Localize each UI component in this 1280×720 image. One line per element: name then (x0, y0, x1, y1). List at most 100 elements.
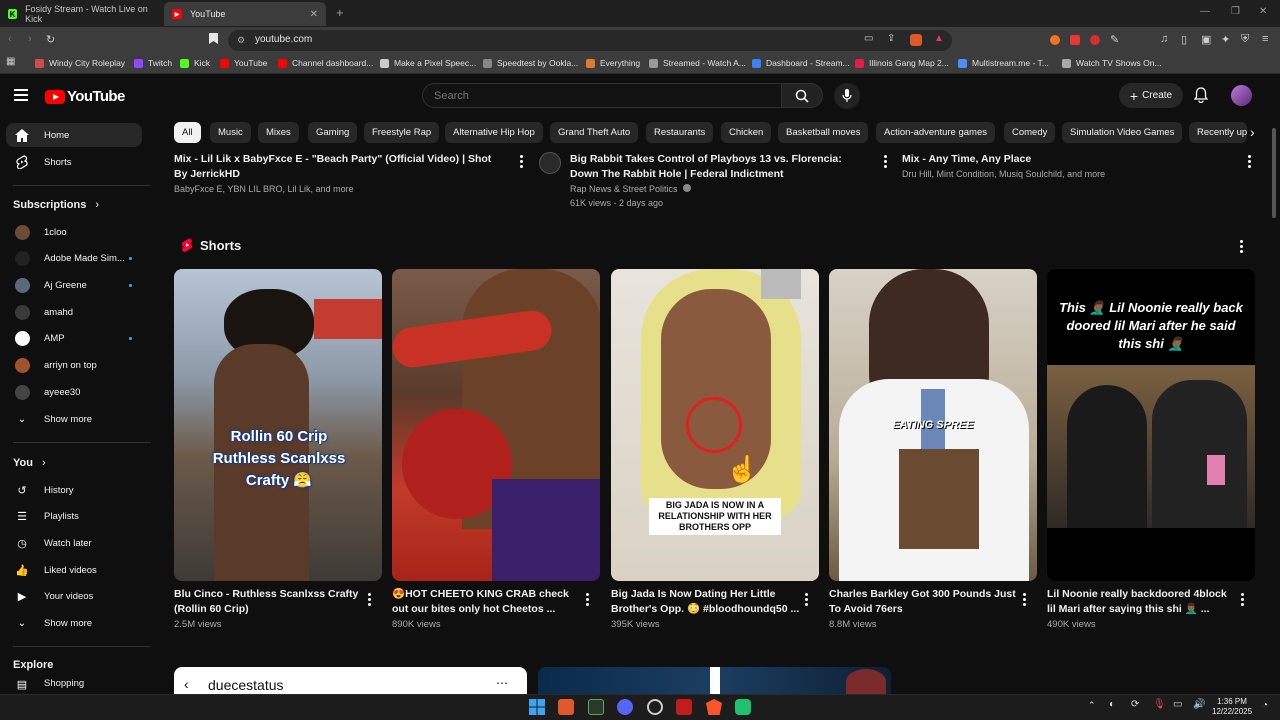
menu-icon[interactable]: ≡ (1262, 33, 1268, 45)
network-icon[interactable]: ▭ (1173, 699, 1182, 710)
video-channels[interactable]: Dru Hill, Mint Condition, Musiq Soulchil… (902, 167, 1105, 181)
bookmark-item[interactable]: Make a Pixel Speec... (380, 58, 476, 68)
account-avatar[interactable] (1231, 85, 1252, 106)
show-more-you[interactable]: ⌄ Show more (6, 611, 142, 635)
more-options-icon[interactable] (1241, 593, 1244, 608)
reload-icon[interactable]: ↻ (46, 33, 55, 46)
subscriptions-heading[interactable]: Subscriptions › (13, 199, 99, 211)
vpn-icon[interactable]: ⛨ (1241, 33, 1249, 46)
filter-chip[interactable]: Recently up (1189, 122, 1247, 143)
steam-icon[interactable] (647, 699, 663, 715)
filter-chip[interactable]: Mixes (258, 122, 299, 143)
filter-chip[interactable]: Alternative Hip Hop (445, 122, 543, 143)
bookmark-item[interactable]: Multistream.me - T... (958, 58, 1049, 68)
short-title[interactable]: Charles Barkley Got 300 Pounds Just To A… (829, 587, 1019, 617)
filter-chip[interactable]: Grand Theft Auto (550, 122, 639, 143)
bookmark-item[interactable]: Dashboard - Stream... (752, 58, 850, 68)
leo-ai-icon[interactable]: ✦ (1221, 33, 1230, 46)
short-title[interactable]: Blu Cinco - Ruthless Scanlxss Crafty (Ro… (174, 587, 364, 617)
share-icon[interactable]: ⇪ (887, 33, 895, 44)
filter-chip[interactable]: Gaming (308, 122, 358, 143)
chevron-right-icon[interactable]: › (1250, 124, 1255, 140)
bookmark-item[interactable]: Watch TV Shows On... (1062, 58, 1162, 68)
filter-chip[interactable]: Restaurants (646, 122, 714, 143)
filter-chip[interactable]: Simulation Video Games (1062, 122, 1183, 143)
bookmark-item[interactable]: Speedtest by Ookla... (483, 58, 578, 68)
sidebar-item-your-videos[interactable]: ▶ Your videos (6, 585, 142, 609)
bookmark-item[interactable]: Channel dashboard... (278, 58, 373, 68)
brave-shield-icon[interactable] (910, 34, 922, 46)
video-title[interactable]: Mix - Lil Lik x BabyFxce E - "Beach Part… (174, 152, 504, 182)
search-input[interactable] (423, 84, 782, 107)
bookmark-item[interactable]: Streamed - Watch A... (649, 58, 746, 68)
video-title[interactable]: Big Rabbit Takes Control of Playboys 13 … (570, 152, 870, 182)
hamburger-menu-icon[interactable] (14, 89, 28, 101)
sidebar-item-history[interactable]: ↺ History (6, 478, 142, 502)
bookmark-item[interactable]: Illinois Gang Map 2... (855, 58, 949, 68)
site-info-icon[interactable]: ⚙ (237, 35, 245, 46)
short-title[interactable]: 😍HOT CHEETO KING CRAB check out our bite… (392, 587, 582, 617)
filter-chip[interactable]: All (174, 122, 201, 143)
rewards-icon[interactable]: ▲ (934, 33, 944, 44)
tray-chevron-icon[interactable]: ⌃ (1088, 700, 1096, 711)
youtube-logo[interactable]: YouTube (45, 88, 125, 105)
forward-icon[interactable]: › (28, 33, 32, 45)
filter-chip[interactable]: Music (210, 122, 251, 143)
bookmark-item[interactable]: Kick (180, 58, 210, 68)
video-channels[interactable]: BabyFxce E, YBN LIL BRO, Lil Lik, and mo… (174, 182, 354, 196)
notification-center-icon[interactable]: ◔ (1262, 700, 1268, 711)
tray-app-icon[interactable]: ◐ (1109, 699, 1115, 710)
close-tab-icon[interactable]: ✕ (310, 9, 318, 20)
new-tab-icon[interactable]: + (336, 5, 344, 20)
taskbar-app-icon[interactable] (588, 699, 604, 715)
notifications-button[interactable] (1193, 87, 1209, 108)
extension-icon[interactable] (1050, 35, 1060, 45)
cast-icon[interactable]: ▭ (864, 33, 873, 44)
short-thumbnail[interactable]: EATING SPREE (829, 269, 1037, 581)
sidebar-item-home[interactable]: Home (6, 123, 142, 147)
sidebar-item-subscription[interactable]: amahd (6, 300, 142, 324)
short-title[interactable]: Big Jada Is Now Dating Her Little Brothe… (611, 587, 801, 617)
short-thumbnail[interactable] (392, 269, 600, 581)
tray-app-icon[interactable]: ⟳ (1131, 699, 1139, 710)
volume-icon[interactable]: 🔊 (1193, 699, 1205, 710)
discord-icon[interactable] (617, 699, 633, 715)
filter-chip[interactable]: Chicken (721, 122, 772, 143)
filter-chip[interactable]: Action-adventure games (876, 122, 995, 143)
microphone-tray-icon[interactable]: 🎙 (1153, 699, 1166, 710)
short-title[interactable]: Lil Noonie really backdoored 4block lil … (1047, 587, 1237, 617)
more-options-icon[interactable] (884, 155, 887, 170)
page-scrollbar[interactable] (1272, 128, 1276, 218)
back-icon[interactable]: ‹ (8, 33, 12, 45)
filter-chip[interactable]: Comedy (1004, 122, 1056, 143)
voice-search-button[interactable] (834, 83, 860, 109)
tab-kick[interactable]: K Fosidy Stream - Watch Live on Kick (0, 2, 162, 26)
maximize-icon[interactable]: ❐ (1231, 6, 1240, 17)
short-thumbnail[interactable]: Rollin 60 Crip Ruthless Scanlxss Crafty … (174, 269, 382, 581)
more-options-icon[interactable] (520, 155, 523, 170)
wallet-icon[interactable]: ▣ (1201, 33, 1211, 46)
channel-avatar[interactable] (539, 152, 561, 174)
more-options-icon[interactable] (1240, 240, 1243, 255)
channel-name[interactable]: Rap News & Street Politics (570, 182, 692, 196)
sidebar-item-subscription[interactable]: ayeee30 (6, 380, 142, 404)
sidebar-item-subscription[interactable]: arriyn on top (6, 354, 142, 378)
extension-icon[interactable] (1070, 35, 1080, 45)
bookmark-item[interactable]: YouTube (220, 58, 267, 68)
extension-icon[interactable] (1090, 35, 1100, 45)
bookmark-item[interactable]: Everything (586, 58, 640, 68)
more-options-icon[interactable] (1248, 155, 1251, 170)
create-button[interactable]: + Create (1119, 83, 1183, 108)
sidebar-item-shorts[interactable]: Shorts (6, 150, 142, 174)
taskbar-app-icon[interactable] (558, 699, 574, 715)
tab-youtube[interactable]: ▶ YouTube ✕ (164, 2, 326, 26)
sidebar-item-subscription[interactable]: 1cloo (6, 220, 142, 244)
bookmark-item[interactable]: Twitch (134, 58, 172, 68)
taskbar-app-icon[interactable] (735, 699, 751, 715)
sidebar-item-playlists[interactable]: ☰ Playlists (6, 505, 142, 529)
apps-icon[interactable]: ▦ (6, 56, 15, 67)
video-thumbnail[interactable] (538, 667, 891, 694)
more-options-icon[interactable] (805, 593, 808, 608)
sidebar-item-like[interactable]: 👍 Liked videos (6, 558, 142, 582)
filter-chip[interactable]: Basketball moves (778, 122, 869, 143)
